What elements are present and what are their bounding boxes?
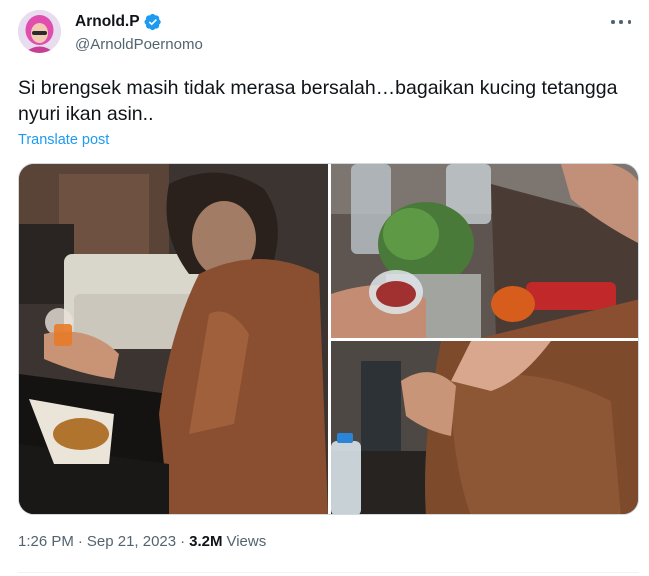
post-text: Si brengsek masih tidak merasa bersalah…… [18,77,618,125]
avatar-icon [18,10,61,53]
post-time[interactable]: 1:26 PM [18,533,74,550]
meta-separator: · [180,533,186,550]
translate-post-link[interactable]: Translate post [18,132,109,148]
post-date[interactable]: Sep 21, 2023 [87,533,176,550]
views-count: 3.2M [189,533,223,550]
author-avatar[interactable] [18,10,61,53]
media-photo-2[interactable] [331,164,638,338]
media-photo-3[interactable] [331,341,638,514]
verified-badge-icon [144,13,162,31]
author-name-row[interactable]: Arnold.P [75,13,162,31]
tweet: Arnold.P @ArnoldPoernomo Si brengsek mas… [0,0,649,576]
media-photo-1[interactable] [19,164,328,514]
more-options-icon[interactable] [611,12,631,32]
media-grid [18,163,639,515]
author-handle[interactable]: @ArnoldPoernomo [75,36,203,53]
divider [18,572,639,573]
post-metadata: 1:26 PM · Sep 21, 2023 · 3.2M Views [18,533,266,550]
meta-separator: · [77,533,83,550]
author-display-name[interactable]: Arnold.P [75,13,140,31]
views-label: Views [226,533,267,550]
